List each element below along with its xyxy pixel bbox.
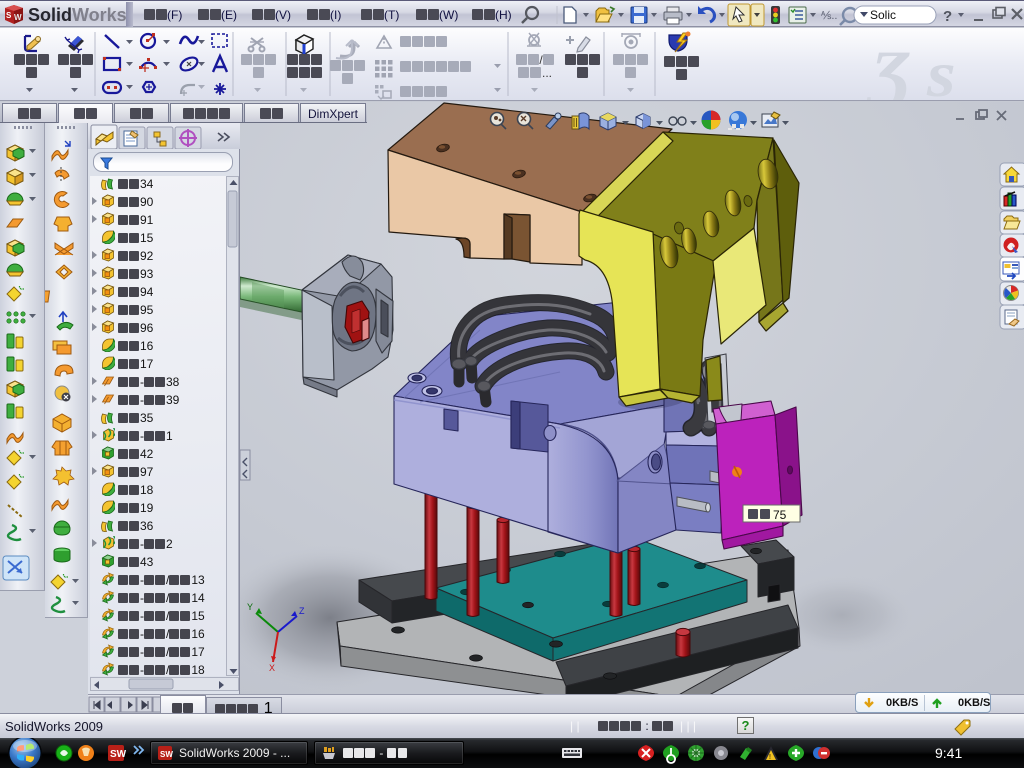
svg-text:!: ! <box>769 754 771 761</box>
svg-text:SW: SW <box>110 749 127 760</box>
svg-text:Y: Y <box>247 602 253 612</box>
svg-text:75: 75 <box>773 508 787 522</box>
svg-text:Z: Z <box>299 606 305 616</box>
svg-text:Solic: Solic <box>870 8 896 22</box>
svg-text:9:41: 9:41 <box>935 745 962 761</box>
svg-text:X: X <box>269 663 275 673</box>
svg-text:SW: SW <box>160 750 173 759</box>
svg-text:⅍..: ⅍.. <box>820 10 837 22</box>
svg-text:W: W <box>14 13 22 22</box>
svg-text:Ʒs: Ʒs <box>865 39 971 100</box>
svg-text:?: ? <box>943 8 952 25</box>
svg-text:S: S <box>6 11 12 20</box>
